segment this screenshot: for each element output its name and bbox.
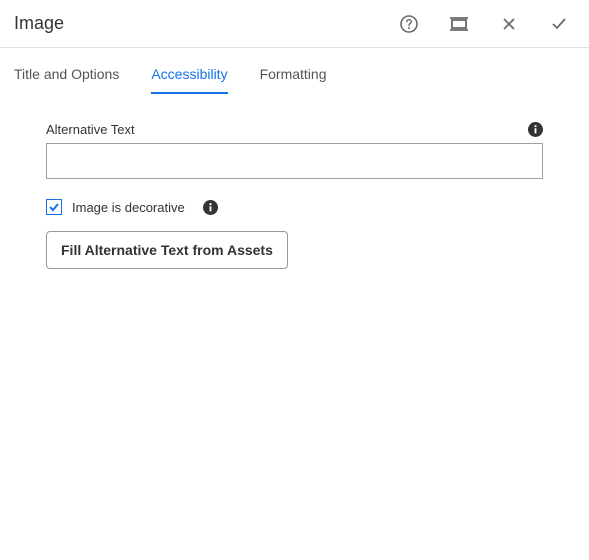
tab-formatting[interactable]: Formatting (260, 66, 327, 92)
tab-bar: Title and Options Accessibility Formatti… (0, 48, 589, 94)
decorative-checkbox[interactable] (46, 199, 62, 215)
dialog-header: Image (0, 0, 589, 48)
alt-text-label: Alternative Text (46, 122, 135, 137)
tab-title-and-options[interactable]: Title and Options (14, 66, 119, 92)
alt-text-label-row: Alternative Text (46, 122, 543, 137)
help-icon[interactable] (399, 14, 419, 34)
dialog-title: Image (14, 13, 64, 34)
close-icon[interactable] (499, 14, 519, 34)
fullscreen-icon[interactable] (449, 14, 469, 34)
tab-accessibility[interactable]: Accessibility (151, 66, 227, 94)
decorative-label: Image is decorative (72, 200, 185, 215)
decorative-info-icon[interactable] (203, 200, 218, 215)
tab-content: Alternative Text Image is decorative Fil… (0, 94, 589, 269)
alt-text-info-icon[interactable] (528, 122, 543, 137)
decorative-row: Image is decorative (46, 199, 543, 215)
fill-alt-text-button[interactable]: Fill Alternative Text from Assets (46, 231, 288, 269)
header-actions (399, 14, 577, 34)
done-icon[interactable] (549, 14, 569, 34)
alt-text-input[interactable] (46, 143, 543, 179)
